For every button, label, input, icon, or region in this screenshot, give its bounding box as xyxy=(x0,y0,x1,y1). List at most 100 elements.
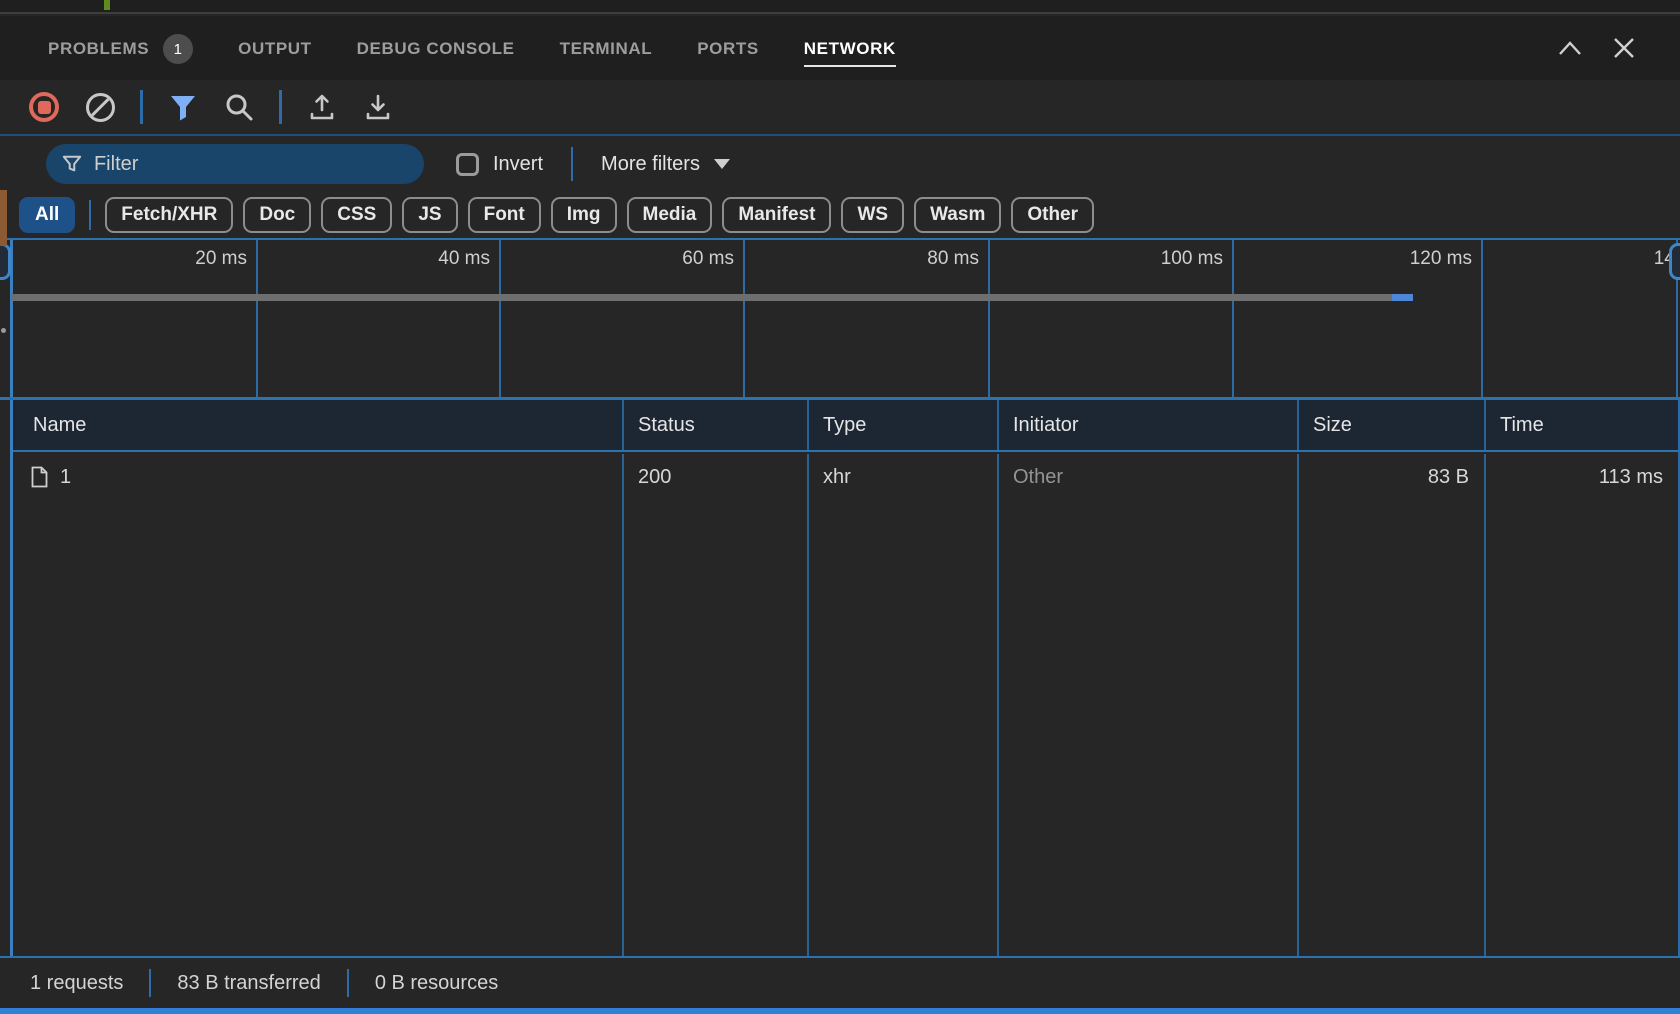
column-initiator: Other xyxy=(997,454,1297,956)
tab-problems[interactable]: PROBLEMS 1 xyxy=(48,24,193,72)
download-icon xyxy=(363,92,393,122)
request-status: 200 xyxy=(624,454,807,500)
requests-table-body: 1 200 xhr Other 83 B 113 ms xyxy=(13,454,1678,956)
chip-other[interactable]: Other xyxy=(1011,197,1094,233)
overview-left-handle[interactable] xyxy=(0,243,11,280)
overview-progress-bar xyxy=(11,294,1392,301)
chip-fetch-xhr[interactable]: Fetch/XHR xyxy=(105,197,233,233)
clear-requests-button[interactable] xyxy=(82,89,118,125)
column-header-type[interactable]: Type xyxy=(807,400,997,450)
column-header-initiator[interactable]: Initiator xyxy=(997,400,1297,450)
invert-checkbox[interactable] xyxy=(456,153,479,176)
toolbar-divider xyxy=(140,90,143,124)
ruler-label: 140 ms xyxy=(1481,244,1680,274)
block-icon xyxy=(86,93,115,122)
chip-wasm[interactable]: Wasm xyxy=(914,197,1001,233)
network-toolbar xyxy=(0,80,1680,134)
tab-terminal-label: TERMINAL xyxy=(560,39,653,59)
request-name: 1 xyxy=(60,466,71,489)
ruler-label: 120 ms xyxy=(1232,244,1481,274)
import-har-button[interactable] xyxy=(304,89,340,125)
column-header-status[interactable]: Status xyxy=(622,400,807,450)
block-icon-slash xyxy=(88,95,111,118)
resources-size: 0 B resources xyxy=(375,972,498,995)
tab-debug-console-label: DEBUG CONSOLE xyxy=(357,39,515,59)
overview-progress-bar-tip xyxy=(1392,294,1413,301)
ruler-label: 60 ms xyxy=(499,244,743,274)
chip-manifest[interactable]: Manifest xyxy=(722,197,831,233)
column-header-name[interactable]: Name xyxy=(13,400,622,450)
filter-input[interactable] xyxy=(94,153,408,176)
chip-font[interactable]: Font xyxy=(468,197,541,233)
column-size: 83 B xyxy=(1297,454,1484,956)
transferred-size: 83 B transferred xyxy=(177,972,320,995)
column-name: 1 xyxy=(13,454,622,956)
editor-gutter-dot xyxy=(1,328,6,333)
tab-output-label: OUTPUT xyxy=(238,39,311,59)
status-divider xyxy=(149,969,151,997)
chip-js[interactable]: JS xyxy=(402,197,457,233)
tab-problems-label: PROBLEMS xyxy=(48,39,149,59)
record-stop-button[interactable] xyxy=(26,89,62,125)
invert-label[interactable]: Invert xyxy=(493,153,543,176)
chevron-up-icon xyxy=(1557,39,1583,57)
more-filters-label: More filters xyxy=(601,153,700,176)
export-har-button[interactable] xyxy=(360,89,396,125)
chip-doc[interactable]: Doc xyxy=(243,197,311,233)
ruler-label: 100 ms xyxy=(988,244,1232,274)
column-header-size[interactable]: Size xyxy=(1297,400,1484,450)
ruler-label: 40 ms xyxy=(256,244,499,274)
tab-network-label: NETWORK xyxy=(804,39,896,59)
chip-img[interactable]: Img xyxy=(551,197,617,233)
dropdown-caret-icon xyxy=(714,159,730,169)
close-panel-button[interactable] xyxy=(1611,35,1637,61)
problems-count-badge: 1 xyxy=(163,34,193,64)
record-icon-core xyxy=(38,101,51,114)
chip-divider xyxy=(89,200,91,230)
funnel-icon xyxy=(168,93,198,121)
tab-debug-console[interactable]: DEBUG CONSOLE xyxy=(357,29,515,67)
chip-all[interactable]: All xyxy=(19,197,75,233)
tab-network[interactable]: NETWORK xyxy=(804,29,896,67)
document-icon xyxy=(31,466,48,488)
more-filters-button[interactable]: More filters xyxy=(601,153,730,176)
ruler-label: 20 ms xyxy=(11,244,256,274)
resource-type-filter-row: All Fetch/XHR Doc CSS JS Font Img Media … xyxy=(0,192,1680,238)
column-type: xhr xyxy=(807,454,997,956)
filter-toggle-button[interactable] xyxy=(165,89,201,125)
request-row-name[interactable]: 1 xyxy=(13,454,622,500)
request-type: xhr xyxy=(809,454,997,500)
editor-gutter-artifact xyxy=(0,190,7,246)
chip-css[interactable]: CSS xyxy=(321,197,392,233)
status-divider xyxy=(347,969,349,997)
requests-count: 1 requests xyxy=(30,972,123,995)
column-status: 200 xyxy=(622,454,807,956)
chip-ws[interactable]: WS xyxy=(841,197,904,233)
maximize-panel-button[interactable] xyxy=(1557,35,1583,61)
tab-ports[interactable]: PORTS xyxy=(697,29,759,67)
tab-output[interactable]: OUTPUT xyxy=(238,29,311,67)
search-icon xyxy=(224,92,254,122)
requests-table: Name Status Type Initiator Size Time 1 2… xyxy=(10,400,1680,956)
column-header-time[interactable]: Time xyxy=(1484,400,1678,450)
request-initiator: Other xyxy=(999,454,1297,500)
column-time: 113 ms xyxy=(1484,454,1678,956)
panel-bottom-accent-line xyxy=(0,1008,1680,1014)
upload-icon xyxy=(307,92,337,122)
vscode-network-panel: 20 // const yourMMKVStorage = new MMKV()… xyxy=(0,0,1680,1014)
chip-media[interactable]: Media xyxy=(627,197,713,233)
requests-table-header: Name Status Type Initiator Size Time xyxy=(13,400,1678,452)
network-status-bar: 1 requests 83 B transferred 0 B resource… xyxy=(0,956,1680,1008)
panel-tab-bar: PROBLEMS 1 OUTPUT DEBUG CONSOLE TERMINAL… xyxy=(0,16,1680,80)
search-requests-button[interactable] xyxy=(221,89,257,125)
tab-terminal[interactable]: TERMINAL xyxy=(560,29,653,67)
record-icon xyxy=(29,92,59,122)
timeline-overview[interactable]: 20 ms 40 ms 60 ms 80 ms 100 ms 120 ms 14… xyxy=(0,238,1680,400)
editor-code-strip: 20 // const yourMMKVStorage = new MMKV()… xyxy=(0,0,1680,14)
request-time: 113 ms xyxy=(1486,454,1678,500)
overview-right-handle[interactable] xyxy=(1669,243,1680,280)
toolbar-divider xyxy=(279,90,282,124)
tab-ports-label: PORTS xyxy=(697,39,759,59)
panel-actions xyxy=(1557,16,1637,80)
request-size: 83 B xyxy=(1299,454,1484,500)
